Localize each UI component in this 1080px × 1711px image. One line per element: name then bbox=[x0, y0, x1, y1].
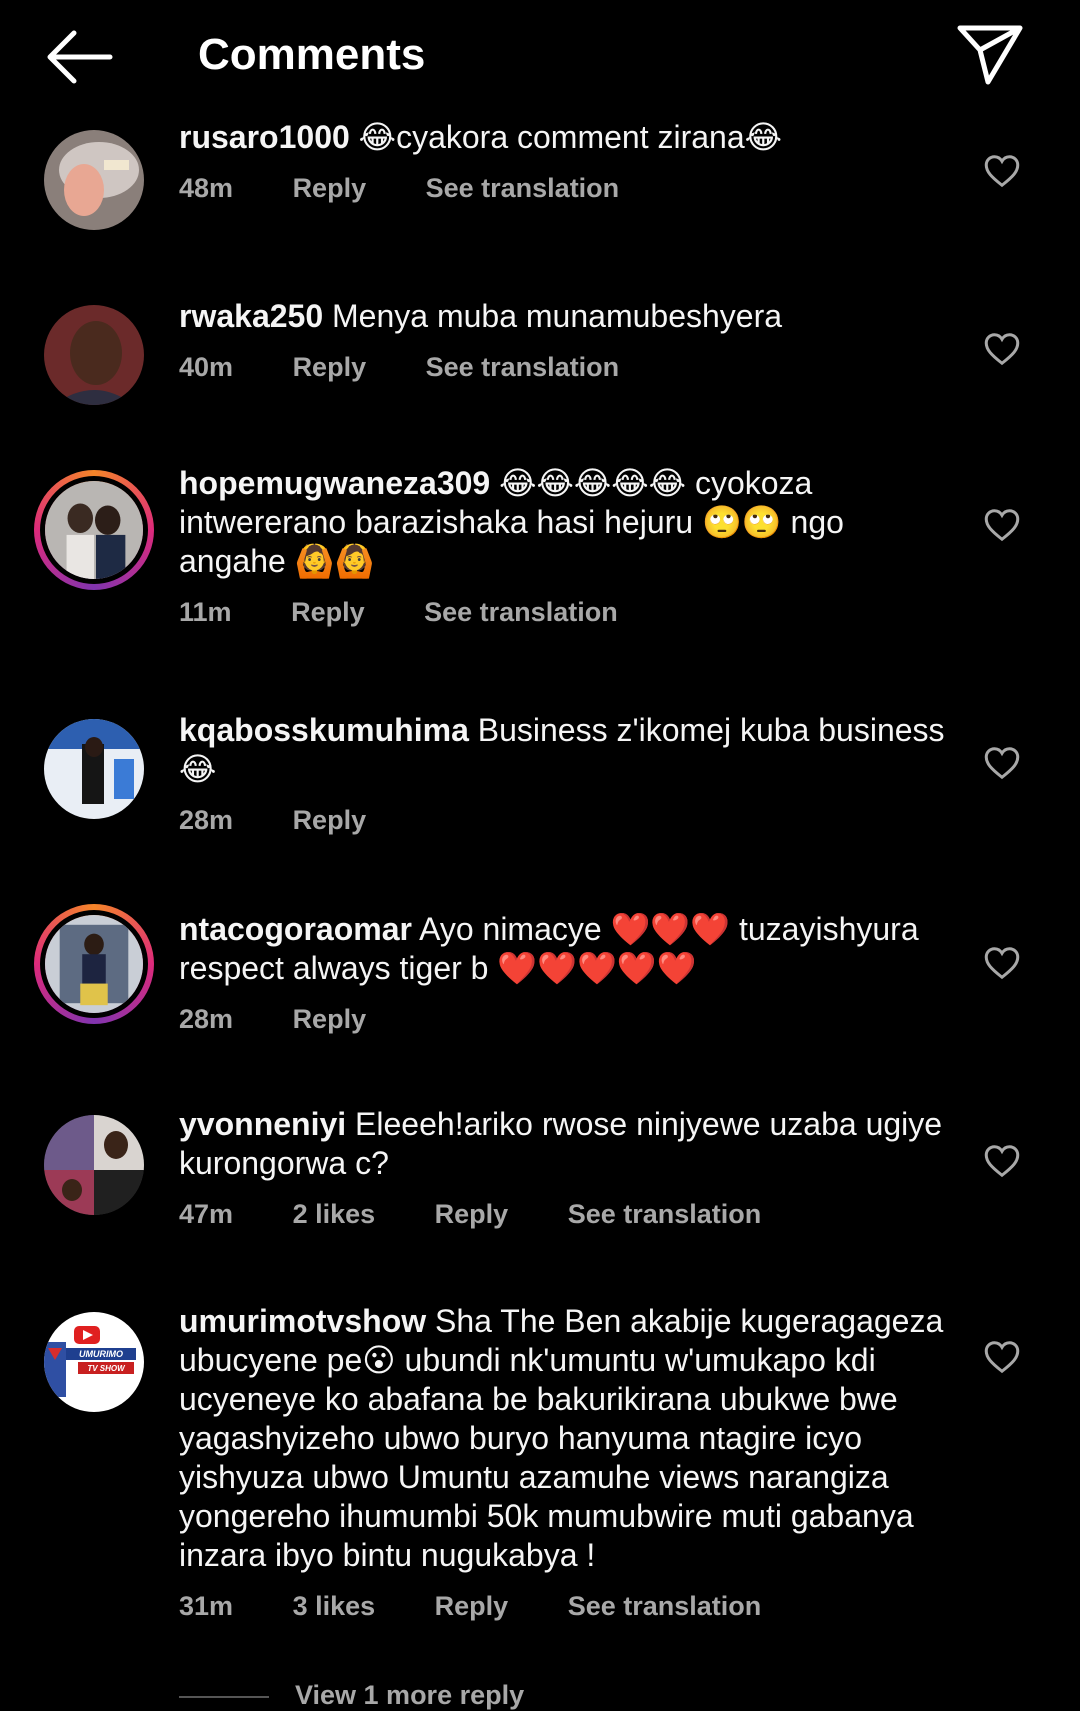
comment-text: kqabosskumuhima Business z'ikomej kuba b… bbox=[179, 711, 949, 789]
heart-icon bbox=[984, 155, 1020, 188]
back-button[interactable] bbox=[44, 28, 114, 86]
avatar[interactable] bbox=[44, 305, 144, 405]
replies-divider-line bbox=[179, 1695, 269, 1698]
heart-icon bbox=[984, 1145, 1020, 1178]
reply-button[interactable]: Reply bbox=[293, 1004, 367, 1034]
comments-list: rusaro1000 😂cyakora comment zirana😂 48m … bbox=[0, 0, 1080, 1710]
like-button[interactable] bbox=[984, 1144, 1020, 1178]
heart-icon bbox=[984, 509, 1020, 542]
view-more-replies-label: View 1 more reply bbox=[295, 1680, 525, 1710]
like-button[interactable] bbox=[984, 508, 1020, 542]
comment-text: yvonneniyi Eleeeh!ariko rwose ninjyewe u… bbox=[179, 1105, 949, 1183]
view-more-replies-button[interactable]: View 1 more reply bbox=[179, 1680, 524, 1711]
comment-username[interactable]: hopemugwaneza309 bbox=[179, 465, 490, 501]
comment-meta: 28m Reply bbox=[179, 1004, 949, 1035]
comment-time: 28m bbox=[179, 1004, 234, 1034]
see-translation-button[interactable]: See translation bbox=[424, 597, 618, 627]
comment-text: rwaka250 Menya muba munamubeshyera bbox=[179, 297, 949, 336]
like-button[interactable] bbox=[984, 946, 1020, 980]
comment-content: 😂cyakora comment zirana😂 bbox=[349, 119, 783, 155]
see-translation-button[interactable]: See translation bbox=[568, 1591, 762, 1621]
comment-meta: 47m 2 likes Reply See translation bbox=[179, 1199, 949, 1230]
comment-username[interactable]: rwaka250 bbox=[179, 298, 323, 334]
comment-time: 11m bbox=[179, 597, 232, 627]
like-button[interactable] bbox=[984, 1340, 1020, 1374]
comment-meta: 28m Reply bbox=[179, 805, 949, 836]
comment-time: 31m bbox=[179, 1591, 234, 1621]
avatar[interactable] bbox=[44, 719, 144, 819]
reply-button[interactable]: Reply bbox=[293, 173, 367, 203]
avatar-story-ring[interactable] bbox=[34, 470, 154, 590]
comment-time: 47m bbox=[179, 1199, 234, 1229]
share-button[interactable] bbox=[956, 22, 1024, 88]
like-button[interactable] bbox=[984, 746, 1020, 780]
comment-text: ntacogoraomar Ayo nimacye ❤️❤️❤️ tuzayis… bbox=[179, 910, 949, 988]
avatar[interactable]: UMURIMO TV SHOW bbox=[44, 1312, 144, 1412]
like-count[interactable]: 3 likes bbox=[293, 1591, 376, 1621]
avatar-story-ring[interactable] bbox=[34, 904, 154, 1024]
comment-time: 48m bbox=[179, 173, 234, 203]
avatar-logo-line1: UMURIMO bbox=[79, 1349, 123, 1359]
like-button[interactable] bbox=[984, 332, 1020, 366]
comment-time: 40m bbox=[179, 352, 234, 382]
like-button[interactable] bbox=[984, 154, 1020, 188]
comment-meta: 11m Reply See translation bbox=[179, 597, 949, 628]
send-icon bbox=[957, 25, 1023, 85]
see-translation-button[interactable]: See translation bbox=[426, 352, 620, 382]
heart-icon bbox=[984, 747, 1020, 780]
comment-meta: 48m Reply See translation bbox=[179, 173, 949, 204]
comment-username[interactable]: kqabosskumuhima bbox=[179, 712, 469, 748]
comment-text: rusaro1000 😂cyakora comment zirana😂 bbox=[179, 118, 949, 157]
like-count[interactable]: 2 likes bbox=[293, 1199, 376, 1229]
avatar[interactable] bbox=[44, 130, 144, 230]
heart-icon bbox=[984, 947, 1020, 980]
page-title: Comments bbox=[198, 30, 426, 79]
comment-meta: 31m 3 likes Reply See translation bbox=[179, 1591, 949, 1622]
avatar[interactable] bbox=[44, 1115, 144, 1215]
heart-icon bbox=[984, 333, 1020, 366]
see-translation-button[interactable]: See translation bbox=[568, 1199, 762, 1229]
reply-button[interactable]: Reply bbox=[293, 352, 367, 382]
comment-time: 28m bbox=[179, 805, 234, 835]
comment-text: hopemugwaneza309 😂😂😂😂😂 cyokoza intwerera… bbox=[179, 464, 949, 581]
comment-content: Sha The Ben akabije kugeragageza ubucyen… bbox=[179, 1303, 944, 1573]
comment-meta: 40m Reply See translation bbox=[179, 352, 949, 383]
comment-username[interactable]: umurimotvshow bbox=[179, 1303, 426, 1339]
comment-username[interactable]: rusaro1000 bbox=[179, 119, 350, 155]
avatar-logo-line2: TV SHOW bbox=[87, 1364, 126, 1373]
back-arrow-icon bbox=[47, 30, 113, 84]
comment-username[interactable]: ntacogoraomar bbox=[179, 911, 412, 947]
heart-icon bbox=[984, 1341, 1020, 1374]
top-bar: Comments bbox=[0, 0, 1080, 112]
reply-button[interactable]: Reply bbox=[435, 1199, 509, 1229]
reply-button[interactable]: Reply bbox=[435, 1591, 509, 1621]
comment-content: Menya muba munamubeshyera bbox=[323, 298, 783, 334]
comment-text: umurimotvshow Sha The Ben akabije kugera… bbox=[179, 1302, 949, 1575]
reply-button[interactable]: Reply bbox=[291, 597, 365, 627]
see-translation-button[interactable]: See translation bbox=[426, 173, 620, 203]
reply-button[interactable]: Reply bbox=[293, 805, 367, 835]
comment-username[interactable]: yvonneniyi bbox=[179, 1106, 346, 1142]
